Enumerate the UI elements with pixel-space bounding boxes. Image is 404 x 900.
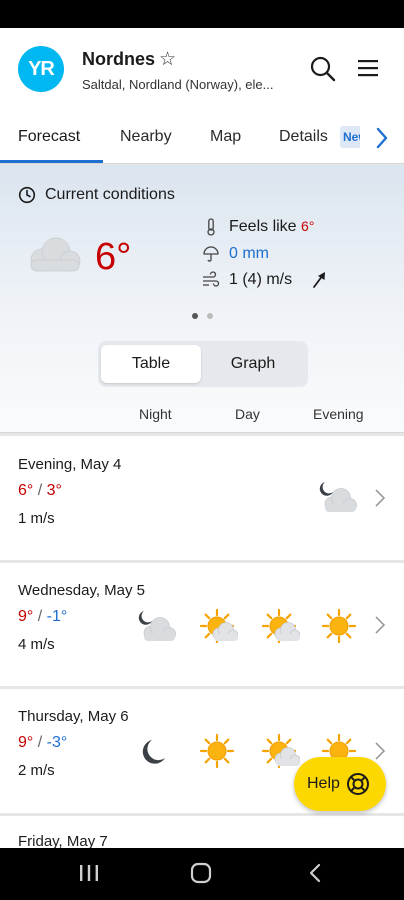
forecast-day-card[interactable]: Evening, May 4 6° / 3° 1 m/s — [0, 436, 404, 560]
wind-value: 1 (4) m/s — [229, 271, 293, 288]
status-bar — [0, 0, 404, 28]
max-temperature: 9° — [18, 608, 34, 625]
max-temperature: 9° — [18, 734, 34, 751]
help-button[interactable]: Help — [294, 757, 386, 811]
current-conditions-panel: Current conditions 6° Feels like 6° 0 mm… — [0, 165, 404, 433]
graph-toggle-button[interactable]: Graph — [203, 345, 303, 383]
partly-cloudy-night-icon — [138, 611, 176, 642]
forecast-day-card[interactable]: Wednesday, May 5 9° / -1° 4 m/s — [0, 563, 404, 686]
feels-like-value: 6° — [301, 218, 315, 234]
feels-like: Feels like 6° — [229, 218, 314, 236]
partly-cloudy-day-icon — [261, 733, 300, 769]
page-indicator-dot[interactable] — [207, 313, 213, 319]
max-temperature: 6° — [18, 482, 34, 499]
min-temperature: -1° — [46, 608, 68, 625]
system-navigation-bar — [0, 848, 404, 900]
tab-forecast[interactable]: Forecast — [18, 128, 80, 146]
moon-icon — [142, 740, 165, 764]
min-temperature: 3° — [46, 482, 62, 499]
temperature-separator: / — [37, 608, 47, 625]
temperature-range: 9° / -3° — [18, 734, 67, 752]
day-title: Evening, May 4 — [18, 456, 122, 473]
active-tab-indicator — [0, 160, 103, 163]
search-icon[interactable] — [309, 55, 337, 83]
star-outline-icon[interactable]: ☆ — [159, 48, 176, 71]
recent-apps-icon[interactable] — [78, 864, 100, 882]
feels-like-label: Feels like — [229, 218, 297, 235]
location-name: Nordnes — [82, 49, 156, 69]
partly-cloudy-day-icon — [199, 608, 238, 644]
min-temperature: -3° — [46, 734, 68, 751]
chevron-right-icon — [375, 742, 386, 760]
forecast-day-card[interactable]: Friday, May 7 — [0, 816, 404, 848]
page-indicator-dot-active[interactable] — [192, 313, 198, 319]
app-header: YR Nordnes ☆ Saltdal, Nordland (Norway),… — [0, 28, 404, 114]
day-title: Thursday, May 6 — [18, 708, 129, 725]
yr-logo[interactable]: YR — [18, 46, 64, 92]
cloud-icon — [30, 237, 81, 272]
home-icon[interactable] — [190, 862, 212, 884]
back-icon[interactable] — [308, 862, 322, 884]
menu-icon[interactable] — [356, 58, 380, 78]
tab-bar: Forecast Nearby Map Details New — [0, 114, 404, 164]
temperature-separator: / — [37, 734, 47, 751]
location-detail: Saltdal, Nordland (Norway), ele... — [82, 77, 274, 92]
chevron-right-icon — [375, 489, 386, 507]
wind-icon — [203, 271, 220, 287]
day-title: Wednesday, May 5 — [18, 582, 146, 599]
chevron-right-icon — [375, 616, 386, 634]
lifebuoy-icon — [347, 773, 369, 795]
thermometer-icon — [207, 218, 215, 236]
column-header-evening: Evening — [313, 406, 364, 422]
clock-icon — [18, 186, 36, 204]
current-conditions-title: Current conditions — [45, 186, 175, 203]
new-badge[interactable]: New — [340, 126, 360, 148]
view-toggle: Table Graph — [98, 341, 308, 387]
precipitation-value: 0 mm — [229, 245, 269, 262]
column-header-day: Day — [235, 406, 260, 422]
temperature-range: 6° / 3° — [18, 482, 62, 500]
wind-speed: 2 m/s — [18, 762, 55, 779]
chevron-right-icon[interactable] — [372, 126, 392, 150]
wind-direction-arrow-icon — [313, 272, 325, 288]
wind-speed: 4 m/s — [18, 636, 55, 653]
tab-nearby[interactable]: Nearby — [120, 128, 172, 146]
tab-map[interactable]: Map — [210, 128, 241, 146]
umbrella-icon — [203, 246, 219, 262]
temperature-separator: / — [37, 482, 47, 499]
table-toggle-button[interactable]: Table — [101, 345, 201, 383]
partly-cloudy-night-icon — [319, 482, 357, 513]
temperature-range: 9° / -1° — [18, 608, 67, 626]
day-title: Friday, May 7 — [18, 833, 108, 848]
column-header-night: Night — [139, 406, 172, 422]
wind-speed: 1 m/s — [18, 510, 55, 527]
partly-cloudy-day-icon — [261, 608, 300, 644]
sun-icon — [321, 608, 357, 644]
current-temperature: 6° — [95, 236, 132, 278]
sun-icon — [199, 733, 235, 769]
tab-details[interactable]: Details — [279, 128, 328, 146]
help-label: Help — [307, 775, 340, 792]
